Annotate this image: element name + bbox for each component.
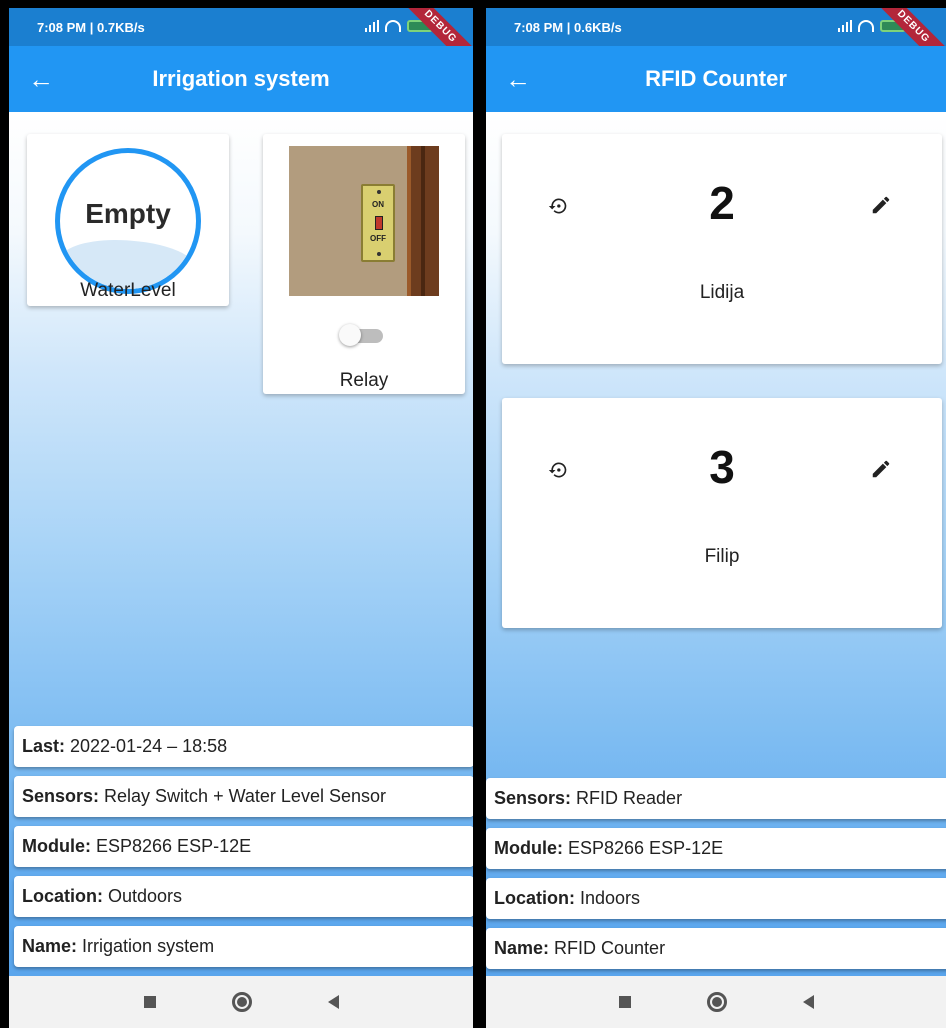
status-bar: 7:08 PM | 0.7KB/s DEBUG	[9, 8, 473, 73]
rfid-screen: 7:08 PM | 0.6KB/s DEBUG ← RFID Counter 2…	[486, 8, 946, 1028]
light-switch-image: ON OFF	[289, 146, 439, 296]
square-nav-icon[interactable]	[143, 996, 156, 1008]
pencil-icon[interactable]	[870, 458, 892, 480]
home-circle-icon[interactable]	[231, 992, 252, 1012]
water-level-gauge: Empty	[55, 148, 201, 294]
back-triangle-icon[interactable]	[327, 995, 339, 1009]
counter-name: Lidija	[699, 282, 745, 303]
switch-lever	[375, 216, 383, 230]
info-module: Module: ESP8266 ESP-12E	[486, 828, 946, 869]
home-circle-icon[interactable]	[706, 992, 727, 1012]
switch-off-text: OFF	[370, 234, 386, 243]
wifi-icon	[858, 20, 874, 32]
app-bar: ← RFID Counter	[486, 46, 946, 112]
device-content: Empty WaterLevel ON OFF Relay Last: 2022…	[9, 112, 473, 976]
wifi-icon	[385, 20, 401, 32]
status-time: 7:08 PM | 0.6KB/s	[514, 19, 622, 35]
water-level-value: Empty	[85, 198, 171, 229]
arrow-left-icon: ←	[28, 64, 54, 94]
relay-toggle[interactable]	[339, 324, 385, 346]
info-last: Last: 2022-01-24 – 18:58	[14, 726, 473, 767]
back-triangle-icon[interactable]	[802, 995, 814, 1009]
page-title: Irrigation system	[152, 66, 330, 91]
water-level-label: WaterLevel	[80, 280, 176, 301]
info-sensors: Sensors: RFID Reader	[486, 778, 946, 819]
irrigation-screen: 7:08 PM | 0.7KB/s DEBUG ← Irrigation sys…	[9, 8, 473, 1028]
water-level-card[interactable]: Empty WaterLevel	[27, 134, 229, 306]
status-time: 7:08 PM | 0.7KB/s	[37, 19, 145, 35]
arrow-left-icon: ←	[505, 64, 531, 94]
info-name: Name: Irrigation system	[14, 926, 473, 967]
info-name: Name: RFID Counter	[486, 928, 946, 969]
back-button[interactable]: ←	[486, 66, 550, 92]
pencil-icon[interactable]	[870, 194, 892, 216]
info-module: Module: ESP8266 ESP-12E	[14, 826, 473, 867]
square-nav-icon[interactable]	[618, 996, 631, 1008]
android-nav-bar	[486, 976, 946, 1028]
back-button[interactable]: ←	[9, 66, 73, 92]
counter-card-lidija: 2 Lidija	[502, 134, 942, 364]
status-bar: 7:08 PM | 0.6KB/s DEBUG	[486, 8, 946, 73]
relay-label: Relay	[339, 370, 389, 391]
switch-on-text: ON	[372, 200, 384, 209]
page-title: RFID Counter	[645, 66, 787, 91]
counter-name: Filip	[704, 546, 740, 567]
info-sensors: Sensors: Relay Switch + Water Level Senso…	[14, 776, 473, 817]
device-content: 2 Lidija 3 Filip Sensors: RFID Reader Mod…	[486, 112, 946, 976]
signal-icon	[838, 20, 852, 32]
signal-icon	[365, 20, 379, 32]
info-location: Location: Indoors	[486, 878, 946, 919]
info-location: Location: Outdoors	[14, 876, 473, 917]
counter-card-filip: 3 Filip	[502, 398, 942, 628]
app-bar: ← Irrigation system	[9, 46, 473, 112]
door-frame	[407, 146, 439, 296]
relay-card[interactable]: ON OFF Relay	[263, 134, 465, 394]
android-nav-bar	[9, 976, 473, 1028]
switch-plate: ON OFF	[361, 184, 395, 262]
